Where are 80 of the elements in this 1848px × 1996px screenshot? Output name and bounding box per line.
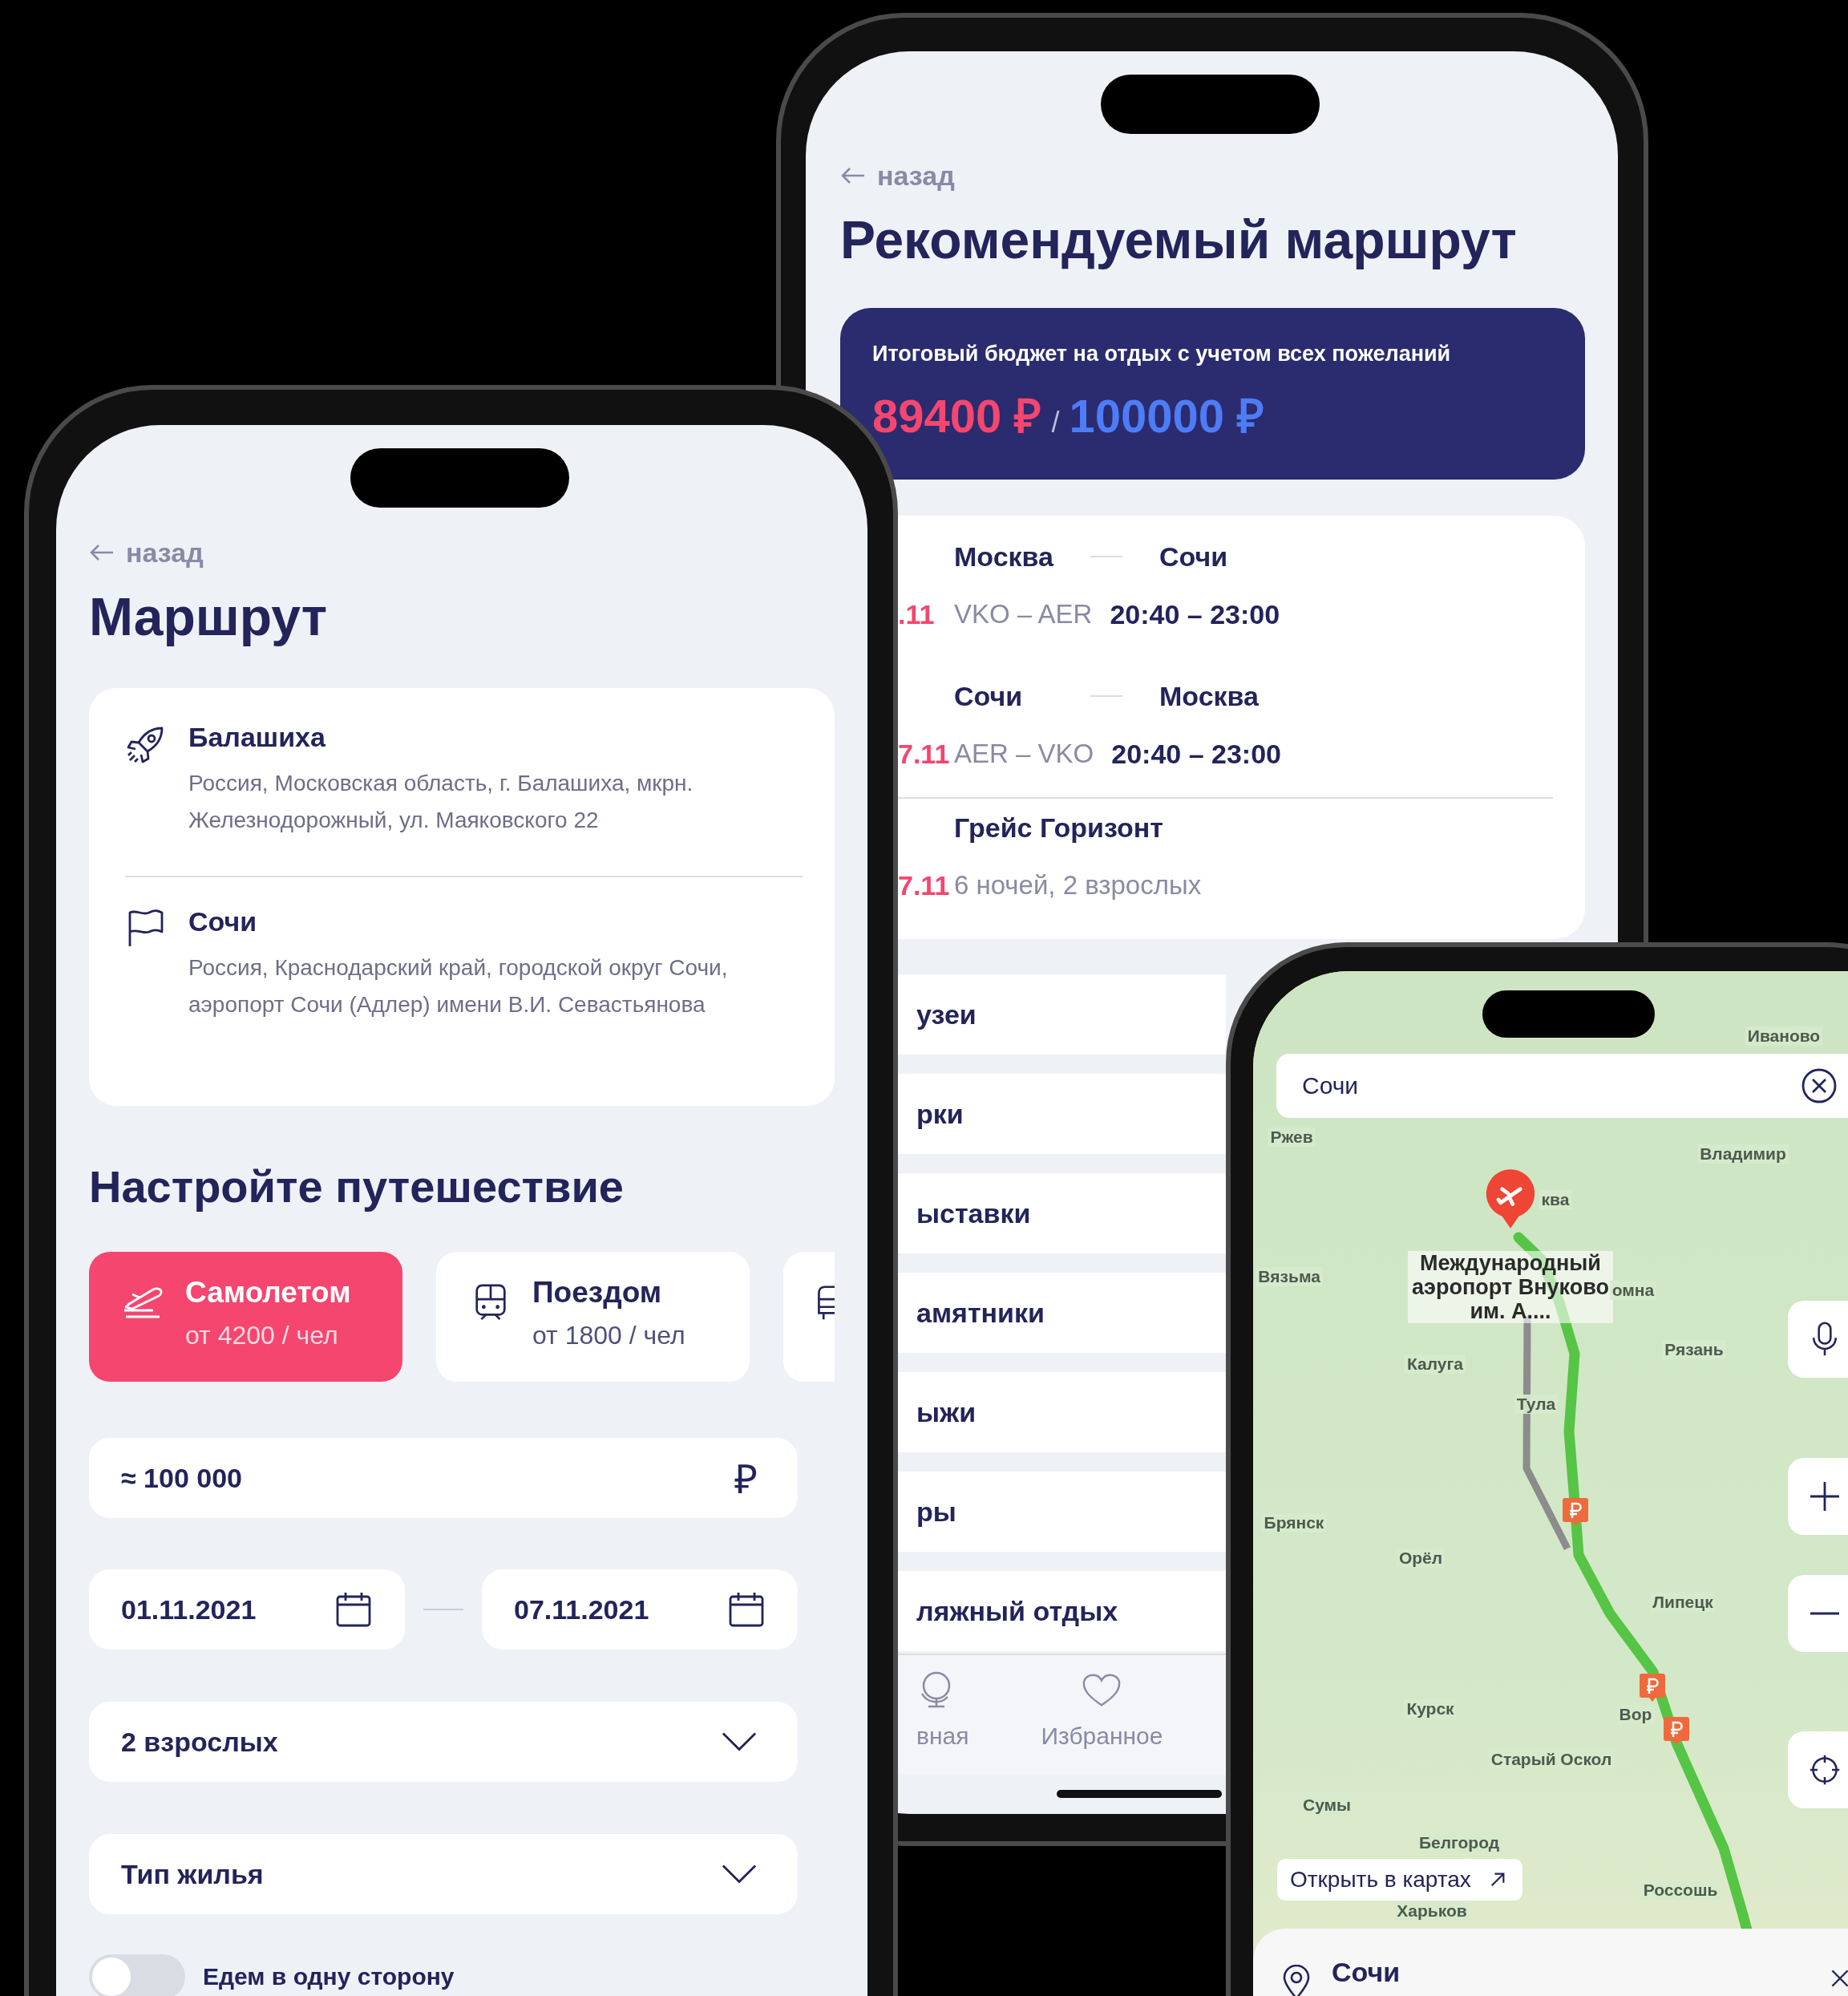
map-label: Ржев (1268, 1128, 1316, 1147)
category-item[interactable]: узеи (898, 974, 1226, 1055)
ruble-marker-icon (1639, 1672, 1666, 1702)
stay-details: 6 ночей, 2 взрослых (954, 870, 1202, 901)
map-label: Белгород (1416, 1833, 1502, 1852)
departure-city: Сочи (954, 680, 1024, 712)
map-label: Владимир (1697, 1144, 1789, 1164)
transport-option[interactable]: Самолетом от 4200 / чел (89, 1252, 402, 1382)
arrival-city: Москва (1159, 680, 1260, 712)
date-field[interactable]: 07.11.2021 (482, 1569, 798, 1650)
ruble-marker-icon (1663, 1715, 1690, 1746)
trip-date: .11 (898, 598, 936, 630)
category-item[interactable]: ыжи (898, 1372, 1226, 1452)
calendar-icon (727, 1590, 766, 1629)
map-label: Харьков (1394, 1901, 1470, 1921)
airport-codes: AER – VKO (954, 739, 1094, 769)
map-label: Россошь (1640, 1881, 1721, 1900)
back-arrow-icon (840, 166, 866, 185)
ruble-marker-icon (1562, 1496, 1589, 1527)
toggle-switch[interactable] (89, 1954, 185, 1996)
departure-city: Москва (954, 540, 1054, 573)
hotel-name: Грейс Горизонт (954, 812, 1163, 844)
map-label: ква (1539, 1190, 1572, 1209)
place-name: Балашиха (188, 721, 326, 754)
zoom-in-button[interactable] (1788, 1458, 1848, 1535)
map-label: Иваново (1745, 1026, 1823, 1046)
trip-date: 7.11 (898, 738, 951, 770)
section-title: Настройте путешествие (89, 1160, 625, 1213)
locate-button[interactable] (1788, 1731, 1848, 1808)
category-item[interactable]: ляжный отдых (898, 1571, 1226, 1651)
screen-title: Рекомендуемый маршрут (840, 209, 1518, 271)
map-label: Рязань (1662, 1340, 1726, 1359)
microphone-button[interactable] (1788, 1301, 1848, 1378)
chevron-down-icon (721, 1863, 758, 1885)
flight-time: 20:40 – 23:00 (1111, 738, 1281, 770)
place-address: Россия, Московская область, г. Балашиха, мкрн. Железнодорожный, ул. Маяковского 22 (188, 770, 694, 834)
screen-title: Маршрут (89, 586, 329, 648)
map-label: Липецк (1650, 1593, 1716, 1612)
amount-separator: / (1051, 406, 1060, 439)
close-icon[interactable] (1830, 1969, 1848, 1988)
airport-codes: VKO – AER (954, 599, 1093, 630)
location-pin-icon (1282, 1965, 1311, 1996)
total-amount: 100000 ₽ (1069, 389, 1265, 443)
map-label: Орёл (1396, 1549, 1446, 1568)
housing-select[interactable]: Тип жилья (89, 1834, 798, 1914)
category-item[interactable]: ыставки (898, 1173, 1226, 1253)
open-in-maps-button[interactable]: Открыть в картах (1277, 1859, 1522, 1901)
currency-sign: ₽ (734, 1456, 758, 1504)
budget-field[interactable]: ≈ 100 000 ₽ (89, 1438, 798, 1518)
search-field[interactable]: Сочи (1276, 1054, 1848, 1118)
budget-caption: Итоговый бюджет на отдых с учетом всех пожеланий (872, 342, 1452, 366)
category-item[interactable]: ры (898, 1472, 1226, 1552)
category-item[interactable]: амятники (898, 1273, 1226, 1353)
category-item[interactable]: рки (898, 1074, 1226, 1154)
calendar-icon (334, 1590, 373, 1629)
spent-amount: 89400 ₽ (872, 389, 1042, 443)
travelers-select[interactable]: 2 взрослых (89, 1702, 798, 1782)
map-label: Курск (1404, 1699, 1457, 1719)
airport-pin-icon (1484, 1169, 1537, 1230)
map-label: Вор (1616, 1705, 1655, 1724)
map-label: Калуга (1405, 1354, 1466, 1374)
transport-option[interactable]: Поездом от 1800 / чел (436, 1252, 750, 1382)
flight-time: 20:40 – 23:00 (1110, 598, 1280, 630)
clear-icon[interactable] (1801, 1067, 1838, 1104)
date-field[interactable]: 01.11.2021 (89, 1569, 405, 1650)
map-label: Международный аэропорт Внуково им. А.... (1408, 1251, 1613, 1323)
map-label: Брянск (1261, 1513, 1327, 1532)
trip-date: 7.11 (898, 869, 951, 901)
map-label: Старый Оскол (1488, 1750, 1615, 1769)
arrival-city: Сочи (1159, 540, 1229, 573)
back-arrow-icon (89, 543, 115, 562)
place-address: Россия, Краснодарский край, городской округ Сочи, аэропорт Сочи (Адлер) имени В.И. Севастьянова (188, 954, 729, 1018)
place-name: Сочи (188, 905, 258, 938)
result-title: Сочи (1332, 1957, 1401, 1988)
map-label: Тула (1514, 1395, 1559, 1414)
chevron-down-icon (721, 1731, 758, 1753)
toggle-label: Едем в одну сторону (203, 1963, 455, 1990)
minus-icon (1809, 1612, 1841, 1615)
map-label: Вязьма (1256, 1267, 1323, 1286)
map-label: омна (1609, 1281, 1657, 1300)
